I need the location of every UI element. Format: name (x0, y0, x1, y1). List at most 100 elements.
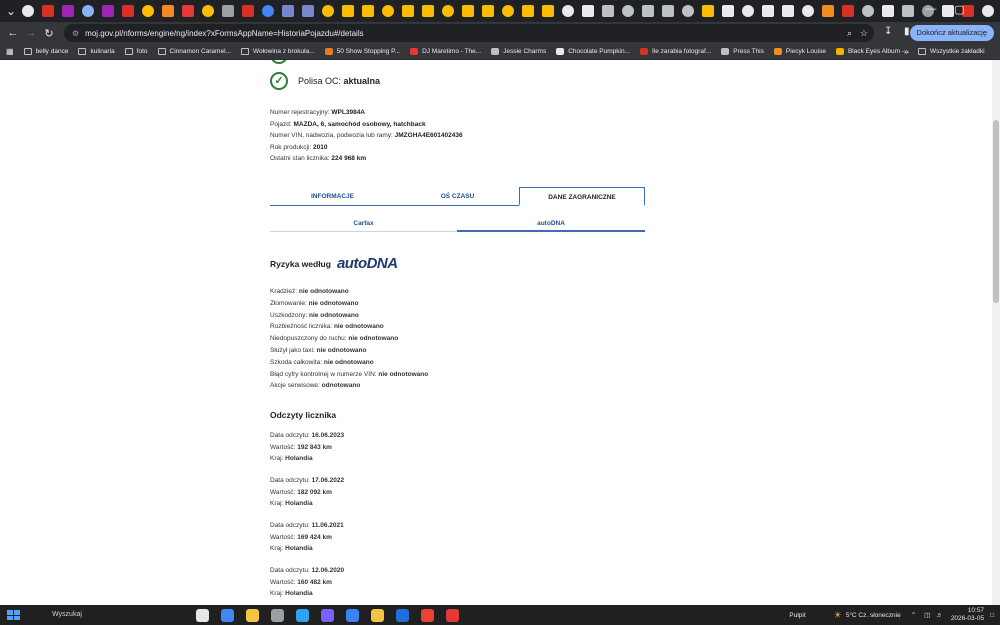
browser-tab[interactable] (462, 5, 474, 17)
browser-tab[interactable] (582, 5, 594, 17)
browser-tab[interactable] (102, 5, 114, 17)
bookmark-item[interactable]: Ile zarabia fotograf... (640, 48, 711, 55)
browser-tab[interactable] (342, 5, 354, 17)
desktop-label[interactable]: Pulpit (789, 612, 805, 619)
browser-tab[interactable] (602, 5, 614, 17)
browser-tab[interactable] (522, 5, 534, 17)
settings-icon[interactable] (271, 608, 284, 622)
chrome-alt-icon[interactable] (421, 608, 434, 622)
browser-tab[interactable] (262, 5, 274, 17)
browser-tab[interactable] (422, 5, 434, 17)
browser-tab[interactable] (302, 5, 314, 17)
bookmark-item[interactable]: kulinaria (78, 48, 115, 55)
bookmark-item[interactable]: Black Eyes Album -... (835, 48, 909, 55)
browser-tab[interactable] (862, 5, 874, 17)
chrome-icon[interactable] (221, 608, 234, 622)
back-icon[interactable]: ← (4, 27, 22, 39)
bookmark-item[interactable]: belly dance (23, 48, 68, 55)
tab-dane-zagraniczne[interactable]: DANE ZAGRANICZNE (519, 187, 645, 206)
url-text[interactable]: moj.gov.pl/nforms/engine/ng/index?xForms… (85, 29, 363, 38)
update-button[interactable]: Dokończ aktualizację (909, 25, 994, 41)
browser-tab[interactable] (762, 5, 774, 17)
sidebar-icon[interactable]: ▮ (904, 26, 910, 37)
bookmark-item[interactable]: Chocolate Pumpkin... (556, 48, 630, 55)
store-icon[interactable] (321, 608, 334, 622)
start-button[interactable] (4, 607, 20, 623)
browser-tab[interactable] (122, 5, 134, 17)
browser-tab[interactable] (142, 5, 154, 17)
bookmark-item[interactable]: foto (124, 48, 148, 55)
forward-icon[interactable]: → (22, 27, 40, 39)
browser-tab[interactable] (882, 5, 894, 17)
browser-tab[interactable] (622, 5, 634, 17)
browser-tab[interactable] (362, 5, 374, 17)
browser-tab[interactable] (322, 5, 334, 17)
scrollbar-thumb[interactable] (993, 120, 999, 303)
acrobat-icon[interactable] (446, 608, 459, 622)
network-icon[interactable]: ◫ (924, 611, 930, 619)
bookmark-item[interactable]: Press This (721, 48, 764, 55)
bookmark-star-icon[interactable]: ☆ (860, 28, 868, 39)
calendar-icon[interactable] (246, 608, 259, 622)
browser-tab[interactable] (802, 5, 814, 17)
browser-tab[interactable] (742, 5, 754, 17)
bookmark-item[interactable]: DJ Maretimo - The... (410, 48, 481, 55)
site-info-icon[interactable]: ⚙ (72, 29, 79, 38)
more-bookmarks-icon[interactable]: » (904, 47, 908, 56)
tab-oś-czasu[interactable]: OŚ CZASU (395, 187, 520, 206)
browser-tab[interactable] (382, 5, 394, 17)
volume-icon[interactable]: ♬ (936, 612, 943, 619)
browser-tab[interactable] (902, 5, 914, 17)
minimize-icon[interactable]: — (925, 3, 936, 16)
browser-tab[interactable] (182, 5, 194, 17)
taskbar-search[interactable]: Wyszukaj (34, 607, 184, 623)
close-window-icon[interactable]: ✕ (983, 3, 992, 16)
browser-tab[interactable] (282, 5, 294, 17)
zoom-icon[interactable]: ⌕ (847, 28, 852, 39)
browser-tab[interactable] (22, 5, 34, 17)
address-bar[interactable]: ⚙ moj.gov.pl/nforms/engine/ng/index?xFor… (64, 24, 874, 42)
weather-text[interactable]: 5°C Cz. słonecznie (846, 612, 901, 619)
maximize-icon[interactable]: ▢ (954, 3, 964, 16)
subtab-autodna[interactable]: autoDNA (457, 215, 645, 232)
scrollbar[interactable] (992, 60, 1000, 605)
browser-tab[interactable] (402, 5, 414, 17)
app-blue-icon[interactable] (396, 608, 409, 622)
browser-tab[interactable] (62, 5, 74, 17)
browser-tab[interactable] (642, 5, 654, 17)
tab-search-icon[interactable]: ⌄ (4, 4, 18, 18)
browser-tab[interactable] (162, 5, 174, 17)
browser-tab[interactable] (242, 5, 254, 17)
clock[interactable]: 10:57 2026-03-05 (951, 607, 984, 623)
all-bookmarks[interactable]: Wszystkie zakładki (918, 48, 985, 55)
tab-informacje[interactable]: INFORMACJE (270, 187, 395, 206)
bookmark-item[interactable]: Jessie Charms (491, 48, 546, 55)
browser-tab[interactable] (842, 5, 854, 17)
browser-tab[interactable] (222, 5, 234, 17)
bookmark-item[interactable]: Wołowina z brokuła... (240, 48, 315, 55)
browser-tab[interactable] (822, 5, 834, 17)
explorer-icon[interactable] (371, 608, 384, 622)
bookmark-item[interactable]: Piecyk Louise (773, 48, 826, 55)
bookmark-item[interactable]: Cinnamon Caramel... (157, 48, 231, 55)
edge-icon[interactable] (296, 608, 309, 622)
browser-tab[interactable] (442, 5, 454, 17)
app-icon[interactable] (346, 608, 359, 622)
browser-tab[interactable] (702, 5, 714, 17)
browser-tab[interactable] (722, 5, 734, 17)
browser-tab[interactable] (782, 5, 794, 17)
browser-tab[interactable] (662, 5, 674, 17)
browser-tab[interactable] (682, 5, 694, 17)
browser-tab[interactable] (42, 5, 54, 17)
browser-tab[interactable] (542, 5, 554, 17)
browser-tab[interactable] (202, 5, 214, 17)
notifications-icon[interactable]: □ (990, 612, 994, 619)
reload-icon[interactable]: ↻ (40, 27, 58, 40)
subtab-carfax[interactable]: Carfax (270, 215, 457, 232)
tray-chevron-icon[interactable]: ⌃ (911, 611, 916, 619)
browser-tab[interactable] (502, 5, 514, 17)
download-icon[interactable]: ↧ (884, 26, 892, 37)
browser-tab[interactable] (82, 5, 94, 17)
bookmark-item[interactable]: 50 Show Stopping P... (324, 48, 400, 55)
browser-tab[interactable] (562, 5, 574, 17)
